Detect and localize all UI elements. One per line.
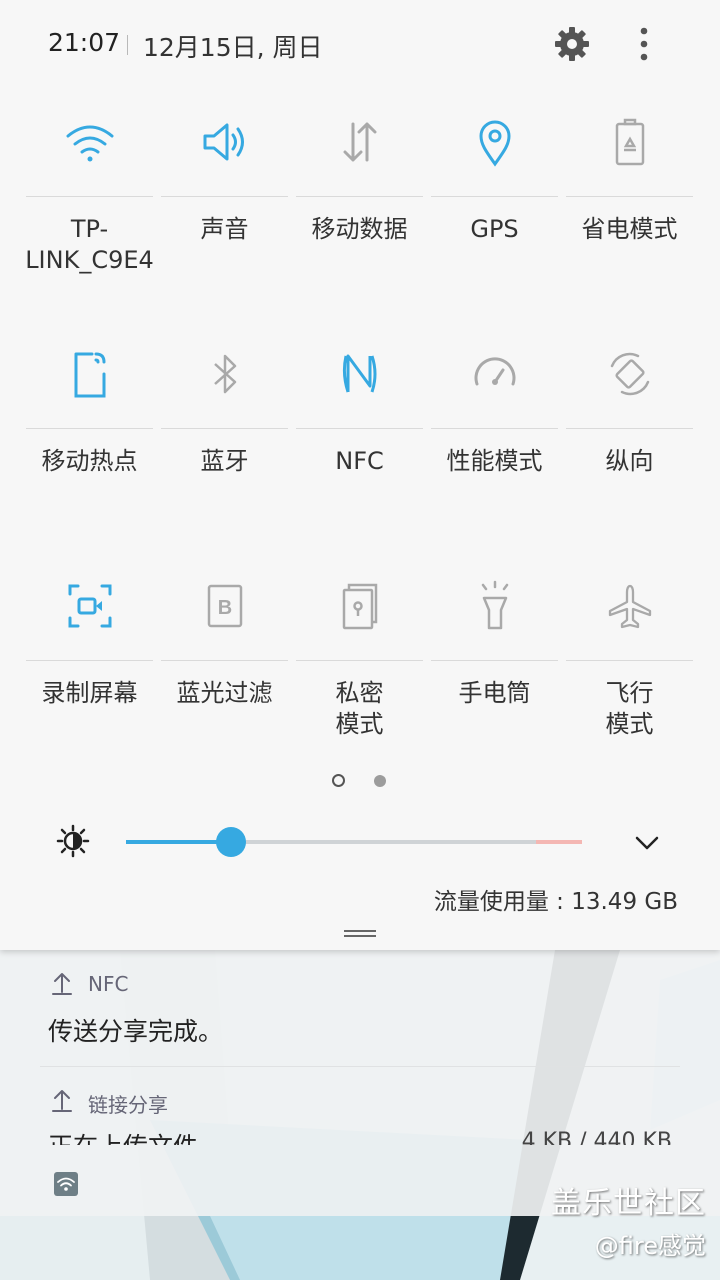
tile-label: 移动热点	[41, 447, 138, 475]
more-vert-icon[interactable]	[630, 24, 658, 64]
screen-record-icon	[62, 578, 118, 634]
tile-divider	[296, 428, 423, 429]
tile-label: 蓝光过滤	[176, 679, 273, 707]
blue-light-filter-icon: B	[197, 578, 253, 634]
page-dot[interactable]	[374, 775, 386, 787]
gear-icon[interactable]	[552, 24, 592, 64]
flashlight-icon	[467, 578, 523, 634]
upload-icon	[50, 970, 74, 996]
tile-blue-light-filter[interactable]: B 蓝光过滤	[157, 560, 292, 790]
quick-settings-panel: 21:07 12月15日, 周日 TP- LINK_C9E4 声音 移动数据 G…	[0, 0, 720, 950]
nfc-icon	[332, 346, 388, 402]
tile-divider	[26, 428, 153, 429]
volume-icon	[197, 114, 253, 170]
tile-label: GPS	[470, 215, 519, 243]
tile-divider	[161, 660, 288, 661]
tile-bluetooth[interactable]: 蓝牙	[157, 328, 292, 558]
tile-label: TP- LINK_C9E4	[25, 215, 154, 274]
tile-divider	[296, 196, 423, 197]
brightness-slider-warning-zone	[536, 840, 582, 844]
tile-label: 移动数据	[311, 215, 408, 243]
tile-flashlight[interactable]: 手电筒	[427, 560, 562, 790]
tile-label: 省电模式	[581, 215, 678, 243]
tile-divider	[26, 196, 153, 197]
watermark-author: @fire感觉	[594, 1232, 706, 1260]
upload-icon	[50, 1087, 74, 1113]
tile-wifi[interactable]: TP- LINK_C9E4	[22, 96, 157, 326]
screen-rotation-icon	[602, 346, 658, 402]
notification-text: 正在上传文件	[48, 1127, 198, 1145]
location-pin-icon	[467, 114, 523, 170]
tile-nfc[interactable]: NFC	[292, 328, 427, 558]
airplane-icon	[602, 578, 658, 634]
brightness-icon	[56, 824, 90, 858]
tile-performance[interactable]: 性能模式	[427, 328, 562, 558]
clock: 21:07	[48, 28, 121, 57]
tile-mobile-data[interactable]: 移动数据	[292, 96, 427, 326]
panel-drag-handle[interactable]	[344, 930, 376, 938]
upload-progress-size: 4 KB / 440 KB	[521, 1129, 672, 1145]
svg-text:B: B	[218, 597, 232, 619]
watermark-title: 盖乐世社区	[551, 1186, 706, 1221]
notification-nfc[interactable]: NFC 传送分享完成。	[0, 950, 720, 1066]
hotspot-icon	[62, 346, 118, 402]
tile-label: 私密 模式	[335, 679, 384, 738]
notification-body-clip: 正在上传文件 4 KB / 440 KB	[0, 1123, 720, 1145]
notification-app-name: NFC	[88, 972, 129, 996]
page-dot-current[interactable]	[332, 774, 345, 787]
tile-divider	[431, 660, 558, 661]
tile-divider	[161, 428, 288, 429]
tile-label: 性能模式	[446, 447, 543, 475]
tile-divider	[566, 196, 693, 197]
brightness-slider[interactable]	[126, 827, 582, 857]
data-usage-label: 流量使用量 : 13.49 GB	[433, 889, 678, 915]
wifi-icon	[62, 114, 118, 170]
wifi-icon	[54, 1172, 78, 1196]
header-divider	[127, 35, 128, 55]
tile-sound[interactable]: 声音	[157, 96, 292, 326]
tile-label: 飞行 模式	[605, 679, 654, 738]
tile-label: 手电筒	[458, 679, 531, 707]
bluetooth-icon	[197, 346, 253, 402]
tile-divider	[431, 196, 558, 197]
tile-divider	[566, 660, 693, 661]
page-indicator[interactable]	[0, 770, 720, 794]
tile-airplane[interactable]: 飞行 模式	[562, 560, 697, 790]
chevron-down-icon[interactable]	[632, 828, 662, 858]
tile-label: 纵向	[605, 447, 654, 475]
tile-hotspot[interactable]: 移动热点	[22, 328, 157, 558]
tile-gps[interactable]: GPS	[427, 96, 562, 326]
tile-screen-record[interactable]: 录制屏幕	[22, 560, 157, 790]
tile-divider	[296, 660, 423, 661]
notification-text: 传送分享完成。	[48, 1017, 224, 1046]
panel-header: 21:07 12月15日, 周日	[0, 0, 720, 90]
power-saving-icon	[602, 114, 658, 170]
mobile-data-icon	[332, 114, 388, 170]
tile-power-saving[interactable]: 省电模式	[562, 96, 697, 326]
tile-divider	[566, 428, 693, 429]
performance-gauge-icon	[467, 346, 523, 402]
tile-private-mode[interactable]: 私密 模式	[292, 560, 427, 790]
tile-label: 蓝牙	[200, 447, 249, 475]
notification-list: NFC 传送分享完成。 链接分享 正在上传文件 4 KB / 440 KB	[0, 950, 720, 1216]
tile-label: NFC	[335, 447, 384, 475]
tile-divider	[161, 196, 288, 197]
tile-label: 声音	[200, 215, 249, 243]
notification-app-name: 链接分享	[88, 1093, 168, 1117]
tile-divider	[431, 428, 558, 429]
tile-label: 录制屏幕	[41, 679, 138, 707]
date: 12月15日, 周日	[143, 33, 323, 62]
tile-portrait[interactable]: 纵向	[562, 328, 697, 558]
brightness-slider-thumb[interactable]	[215, 827, 246, 857]
tile-divider	[26, 660, 153, 661]
private-mode-icon	[332, 578, 388, 634]
